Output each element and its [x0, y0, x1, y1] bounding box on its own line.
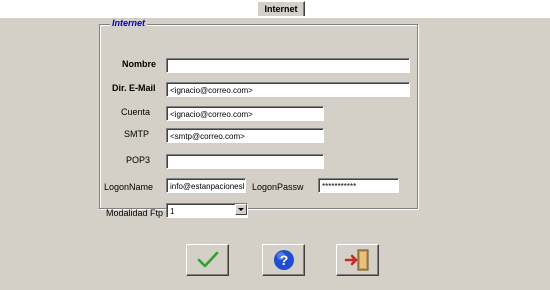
modalidad-ftp-label: Modalidad Ftp [106, 208, 164, 218]
logon-name-field[interactable]: info@estanpacionesl [166, 178, 246, 193]
email-field[interactable]: <ignacio@correo.com> [166, 82, 410, 97]
email-label: Dir. E-Mail [112, 83, 156, 93]
logon-name-label: LogonName [104, 182, 154, 192]
tab-strip: Internet [0, 0, 550, 17]
groupbox-title: Internet [110, 18, 148, 28]
pop3-field[interactable] [166, 154, 324, 169]
cuenta-label: Cuenta [121, 107, 151, 117]
accept-button[interactable] [186, 244, 229, 276]
logon-passw-field[interactable]: *********** [318, 178, 399, 193]
tab-internet[interactable]: Internet [257, 1, 305, 16]
checkmark-stroke [197, 251, 218, 268]
nombre-field[interactable] [166, 58, 410, 73]
door-panel [359, 252, 366, 268]
cuenta-field[interactable]: <ignacio@correo.com> [166, 106, 324, 121]
help-button[interactable]: ? [262, 244, 305, 276]
chevron-down-icon[interactable] [235, 204, 247, 215]
logon-passw-label: LogonPassw [252, 182, 304, 192]
exit-button[interactable] [336, 244, 379, 276]
exit-door-icon [344, 249, 368, 271]
modalidad-ftp-select[interactable]: 1 [166, 203, 248, 218]
help-icon-glyph: ? [279, 252, 288, 268]
help-icon: ? [273, 250, 294, 270]
checkmark-icon [197, 251, 218, 268]
pop3-label: POP3 [126, 155, 151, 165]
smtp-label: SMTP [124, 129, 150, 139]
exit-arrow [344, 254, 357, 266]
nombre-label: Nombre [122, 59, 157, 69]
smtp-field[interactable]: <smtp@correo.com> [166, 128, 324, 143]
